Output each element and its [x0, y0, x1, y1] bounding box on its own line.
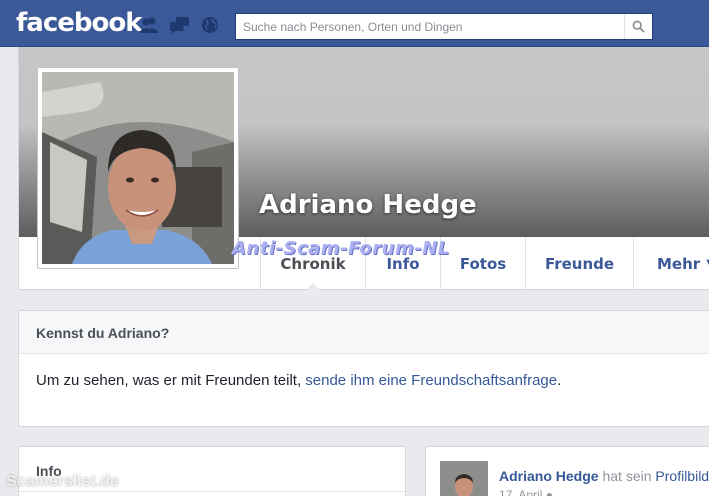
tab-mehr-label: Mehr — [657, 254, 701, 273]
post-avatar[interactable] — [440, 461, 488, 496]
post-author[interactable]: Adriano Hedge — [499, 468, 599, 484]
tab-fotos[interactable]: Fotos — [440, 237, 525, 290]
forum-watermark: Anti-Scam-Forum-NL — [232, 238, 450, 259]
friend-request-link[interactable]: sende ihm eine Freundschaftsanfrage — [305, 372, 557, 389]
search-input[interactable] — [236, 14, 624, 39]
facebook-logo[interactable]: facebook — [16, 8, 143, 38]
notifications-globe-icon[interactable] — [200, 16, 220, 34]
tab-freunde[interactable]: Freunde — [525, 237, 633, 290]
profile-picture[interactable] — [37, 67, 239, 269]
know-box-body: Um zu sehen, was er mit Freunden teilt, … — [19, 354, 709, 407]
post-date[interactable]: 17. April ● — [499, 488, 553, 496]
know-box-text: Um zu sehen, was er mit Freunden teilt, — [36, 372, 302, 389]
tab-mehr[interactable]: Mehr ▼ — [633, 237, 709, 290]
friend-requests-icon[interactable] — [139, 16, 159, 34]
post-headline: Adriano Hedge hat sein Profilbild — [499, 468, 709, 484]
top-bar: facebook — [0, 0, 709, 47]
timeline-post: Adriano Hedge hat sein Profilbild 17. Ap… — [425, 446, 709, 496]
know-box-title: Kennst du Adriano? — [19, 311, 709, 354]
post-date-text: 17. April — [499, 488, 543, 496]
search-button[interactable] — [624, 14, 652, 39]
post-object-link[interactable]: Profilbild — [655, 468, 709, 484]
post-action: hat sein — [602, 468, 652, 484]
profile-photo-image — [42, 72, 234, 264]
site-watermark: Scamerslist.de — [6, 473, 119, 490]
messages-icon[interactable] — [170, 16, 190, 34]
search-icon — [632, 20, 645, 33]
globe-icon: ● — [545, 488, 553, 496]
search-box — [235, 13, 653, 40]
know-box-suffix: . — [557, 372, 562, 389]
know-person-box: Kennst du Adriano? Um zu sehen, was er m… — [18, 310, 709, 427]
profile-name[interactable]: Adriano Hedge — [259, 190, 477, 220]
